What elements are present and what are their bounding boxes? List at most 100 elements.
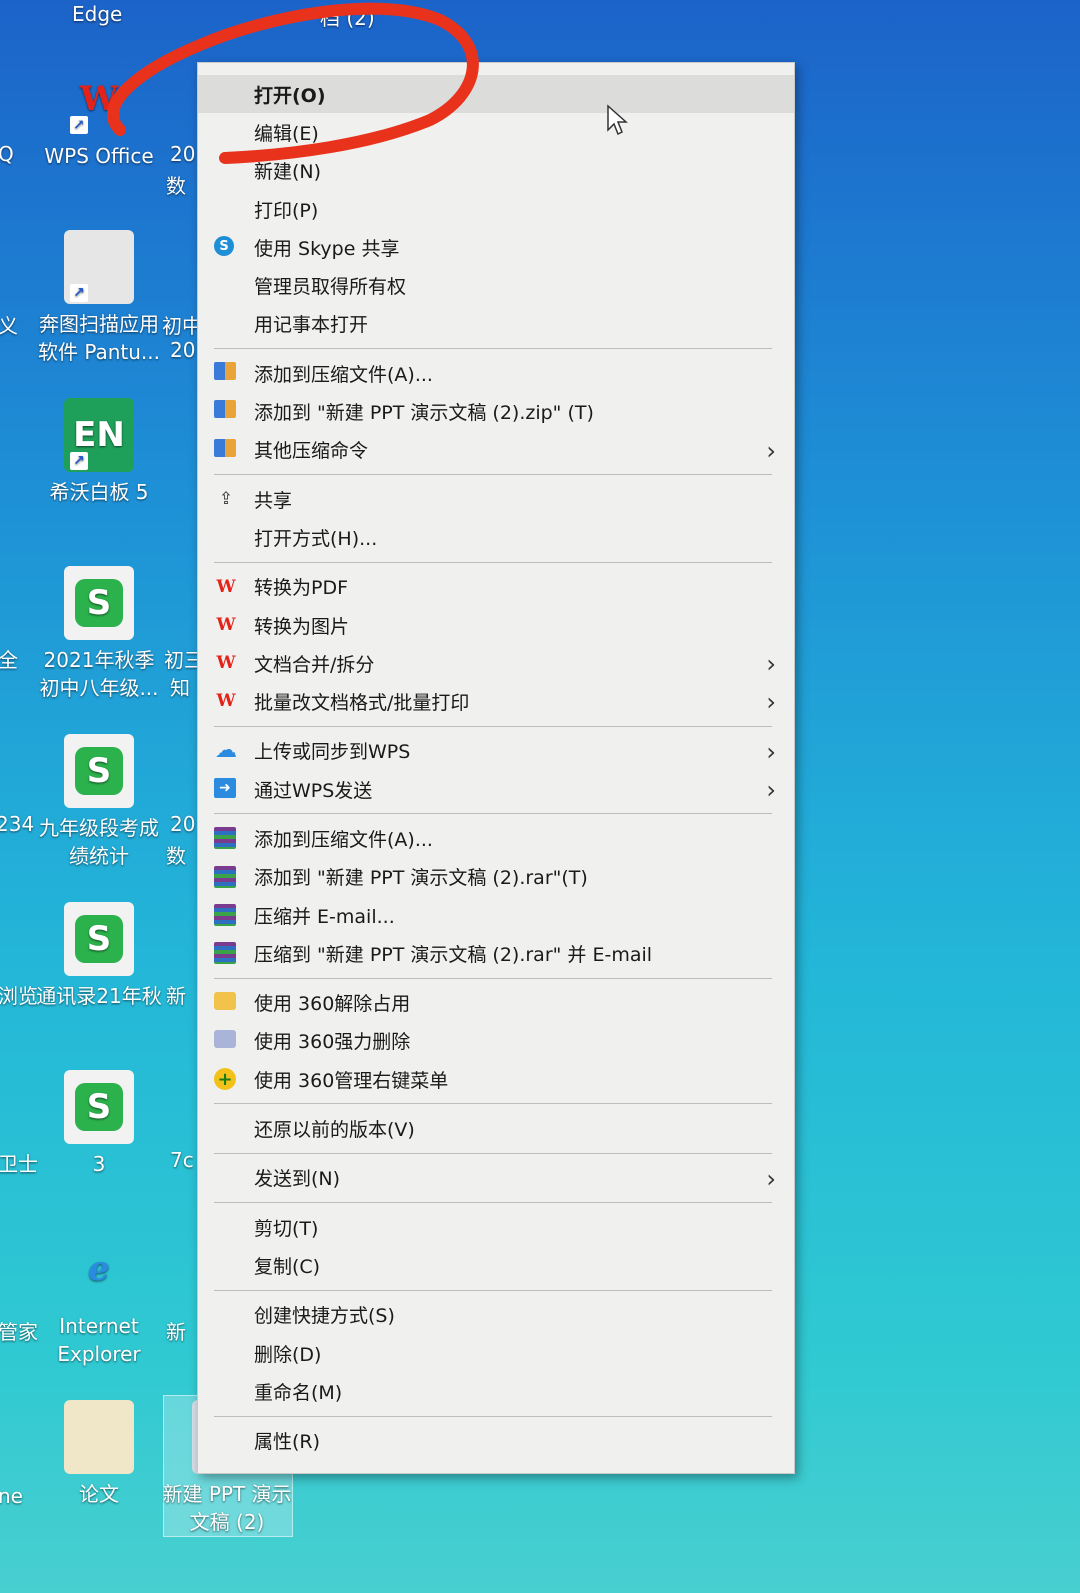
menu-item-label: 使用 360管理右键菜单 [254,1069,449,1092]
desktop-label-fragment[interactable]: 新 [166,980,186,1009]
menu-item-open-with[interactable]: 打开方式(H)... [198,518,794,556]
desktop-label-fragment[interactable]: 234 [0,812,34,836]
desktop-label-fragment[interactable]: 浏览 [0,980,38,1009]
menu-item-upload-wps[interactable]: ☁ 上传或同步到WPS › [198,732,794,770]
desktop-label-fragment[interactable]: 20 [170,338,195,362]
menu-item-share[interactable]: ⇪ 共享 [198,480,794,518]
desktop-label-fragment[interactable]: 数 [166,170,186,199]
menu-item-restore-versions[interactable]: 还原以前的版本(V) [198,1109,794,1147]
seewo-board-icon: EN ↗ [64,398,134,472]
spreadsheet-file-icon: S [64,734,134,808]
desktop-icon-label-fragment[interactable]: 档 (2) [320,2,375,31]
winrar-icon [214,827,236,850]
desktop-icon-label: 3 [92,1152,106,1176]
menu-item-360-unlock[interactable]: 使用 360解除占用 [198,984,794,1022]
spreadsheet-file-icon: S [64,1070,134,1144]
desktop-label-fragment[interactable]: 初中 [162,310,202,339]
menu-item-print[interactable]: 打印(P) [198,190,794,228]
menu-separator [214,813,772,815]
menu-item-360-manage-menu[interactable]: + 使用 360管理右键菜单 [198,1060,794,1098]
desktop-icon-folder-lunwen[interactable]: 论文 [34,1400,164,1508]
desktop-label-fragment[interactable]: 20 [170,812,195,836]
spreadsheet-file-icon: S [64,566,134,640]
menu-separator [214,725,772,727]
desktop-label-fragment[interactable]: 全 [0,644,18,673]
menu-item-label: 文档合并/拆分 [254,653,375,676]
desktop-icon-spreadsheet-2[interactable]: S 九年级段考成绩统计 [34,734,164,870]
document-file-icon [64,1400,134,1474]
desktop-icon-label: 论文 [79,1482,119,1506]
desktop-icon-seewo[interactable]: EN ↗ 希沃白板 5 [34,398,164,506]
desktop-icon-internet-explorer[interactable]: e Internet Explorer [34,1232,164,1368]
menu-item-rar-add-named[interactable]: 添加到 "新建 PPT 演示文稿 (2).rar"(T) [198,858,794,896]
desktop-icon-label: 新建 PPT 演示文稿 (2) [162,1482,292,1534]
menu-item-label: 添加到压缩文件(A)... [254,828,433,851]
context-menu: 打开(O) 编辑(E) 新建(N) 打印(P) S 使用 Skype 共享 管理员… [197,62,795,1474]
menu-item-label: 复制(C) [254,1255,321,1278]
cloud-upload-icon: ☁ [215,738,237,764]
desktop-label-fragment[interactable]: 管家 [0,1316,38,1345]
menu-item-label: 上传或同步到WPS [254,741,411,764]
menu-item-send-wps[interactable]: ➜ 通过WPS发送 › [198,770,794,808]
desktop-icon-spreadsheet-1[interactable]: S 2021年秋季初中八年级... [34,566,164,702]
menu-separator [214,977,772,979]
menu-item-add-to-zip-named[interactable]: 添加到 "新建 PPT 演示文稿 (2).zip" (T) [198,392,794,430]
desktop-icon-label: WPS Office [44,144,154,168]
menu-item-other-compress[interactable]: 其他压缩命令 › [198,431,794,469]
menu-item-batch-convert[interactable]: W 批量改文档格式/批量打印 › [198,682,794,720]
desktop-icon-spreadsheet-3[interactable]: S 通讯录21年秋 [34,902,164,1010]
menu-item-create-shortcut[interactable]: 创建快捷方式(S) [198,1296,794,1334]
menu-item-skype-share[interactable]: S 使用 Skype 共享 [198,228,794,266]
wps-icon: W [216,691,236,712]
menu-item-send-to[interactable]: 发送到(N) › [198,1159,794,1197]
chevron-right-icon: › [766,737,776,766]
desktop-label-fragment[interactable]: 新 [166,1316,186,1345]
menu-item-rar-named-email[interactable]: 压缩到 "新建 PPT 演示文稿 (2).rar" 并 E-mail [198,934,794,972]
menu-item-label: 剪切(T) [254,1217,319,1240]
desktop-label-fragment[interactable]: 义 [0,310,18,339]
menu-item-copy[interactable]: 复制(C) [198,1246,794,1284]
menu-item-rar-email[interactable]: 压缩并 E-mail... [198,896,794,934]
desktop-icon-label: Internet Explorer [57,1314,141,1366]
desktop-label-fragment[interactable]: 20 [170,142,195,166]
menu-item-delete[interactable]: 删除(D) [198,1334,794,1372]
menu-item-label: 添加到 "新建 PPT 演示文稿 (2).zip" (T) [254,402,594,425]
menu-item-add-to-archive-zip[interactable]: 添加到压缩文件(A)... [198,354,794,392]
desktop-icon-label-edge[interactable]: Edge [72,2,122,26]
menu-item-open-notepad[interactable]: 用记事本打开 [198,305,794,343]
menu-item-take-ownership[interactable]: 管理员取得所有权 [198,266,794,304]
menu-item-open[interactable]: 打开(O) [198,75,794,114]
menu-item-cut[interactable]: 剪切(T) [198,1208,794,1246]
archive-icon [214,400,236,419]
desktop-label-fragment[interactable]: 知 [170,672,190,701]
desktop-icon-pantum-scan[interactable]: ↗ 奔图扫描应用软件 Pantu... [34,230,164,366]
menu-item-rename[interactable]: 重命名(M) [198,1372,794,1410]
desktop-icon-wps-office[interactable]: W ↗ WPS Office [34,62,164,170]
menu-item-new[interactable]: 新建(N) [198,152,794,190]
menu-item-label: 打开方式(H)... [254,527,378,550]
menu-item-properties[interactable]: 属性(R) [198,1422,794,1460]
menu-item-merge-split[interactable]: W 文档合并/拆分 › [198,644,794,682]
wps-office-icon: W ↗ [64,62,134,136]
menu-item-360-shred[interactable]: 使用 360强力删除 [198,1022,794,1060]
menu-item-convert-image[interactable]: W 转换为图片 [198,606,794,644]
shortcut-arrow-icon: ↗ [70,284,88,302]
menu-item-rar-add-archive[interactable]: 添加到压缩文件(A)... [198,819,794,857]
desktop-label-fragment[interactable]: 7c [170,1148,194,1172]
desktop-label-fragment[interactable]: 卫士 [0,1148,38,1177]
menu-item-convert-pdf[interactable]: W 转换为PDF [198,568,794,606]
menu-item-label: 发送到(N) [254,1168,341,1191]
winrar-icon [214,903,236,926]
menu-separator [214,348,772,350]
share-icon: ⇪ [218,488,234,509]
archive-icon [214,362,236,381]
desktop-icon-label: 通讯录21年秋 [36,984,162,1008]
menu-item-label: 添加到压缩文件(A)... [254,363,433,386]
desktop-label-fragment[interactable]: 数 [166,840,186,869]
desktop-label-fragment[interactable]: ne [0,1484,23,1508]
menu-item-label: 打开(O) [254,84,326,107]
winrar-icon [214,942,236,965]
desktop-icon-spreadsheet-4[interactable]: S 3 [34,1070,164,1178]
menu-item-edit[interactable]: 编辑(E) [198,113,794,151]
desktop-label-fragment[interactable]: Q [0,142,14,166]
